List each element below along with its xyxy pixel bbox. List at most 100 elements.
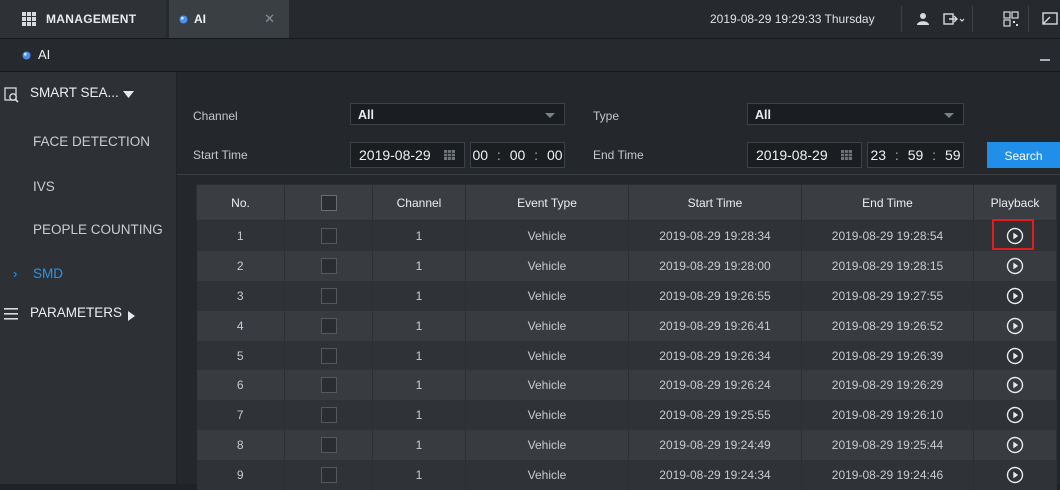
end-hour: 23 bbox=[870, 147, 887, 163]
table-row[interactable]: 7 1 Vehicle 2019-08-29 19:25:55 2019-08-29 1… bbox=[196, 400, 1057, 431]
table-row[interactable]: 6 1 Vehicle 2019-08-29 19:26:24 2019-08-29 1… bbox=[196, 370, 1057, 401]
row-checkbox[interactable] bbox=[320, 257, 337, 274]
cell-start-time: 2019-08-29 19:25:55 bbox=[628, 400, 802, 431]
sidebar-item-smd[interactable]: › SMD bbox=[0, 257, 176, 293]
cell-end-time: 2019-08-29 19:24:46 bbox=[801, 460, 974, 490]
play-icon bbox=[1006, 347, 1024, 364]
select-all-checkbox[interactable] bbox=[320, 194, 337, 211]
table-row[interactable]: 2 1 Vehicle 2019-08-29 19:28:00 2019-08-29 1… bbox=[196, 250, 1057, 281]
end-minute: 59 bbox=[907, 147, 924, 163]
column-header-select bbox=[284, 184, 373, 221]
channel-select[interactable]: All bbox=[350, 103, 565, 125]
playback-button[interactable] bbox=[1005, 346, 1025, 366]
divider bbox=[972, 6, 973, 32]
sidebar-item-label: FACE DETECTION bbox=[33, 134, 151, 149]
user-icon[interactable] bbox=[914, 10, 932, 28]
page-title: AI bbox=[38, 47, 51, 62]
playback-button[interactable] bbox=[1005, 405, 1025, 425]
row-checkbox[interactable] bbox=[320, 317, 337, 334]
cell-start-time: 2019-08-29 19:28:00 bbox=[628, 250, 802, 281]
sidebar-item-face-detection[interactable]: FACE DETECTION bbox=[0, 125, 176, 161]
start-date-field[interactable]: 2019-08-29 bbox=[350, 142, 465, 168]
sidebar-group-parameters[interactable]: PARAMETERS bbox=[0, 296, 176, 332]
search-button[interactable]: Search bbox=[987, 142, 1060, 168]
cell-channel: 1 bbox=[372, 430, 466, 461]
sidebar-group-smart-search[interactable]: SMART SEA... bbox=[0, 76, 176, 112]
table-row[interactable]: 5 1 Vehicle 2019-08-29 19:26:34 2019-08-29 1… bbox=[196, 340, 1057, 371]
qr-code-icon[interactable] bbox=[1002, 10, 1020, 28]
playback-button[interactable] bbox=[992, 218, 1034, 250]
calendar-icon[interactable] bbox=[444, 150, 455, 160]
calendar-icon[interactable] bbox=[841, 150, 852, 160]
start-hour: 00 bbox=[472, 147, 489, 163]
playback-button[interactable] bbox=[1005, 375, 1025, 395]
cell-select bbox=[284, 430, 373, 461]
divider bbox=[177, 174, 1060, 175]
play-icon bbox=[1006, 317, 1024, 334]
playback-button[interactable] bbox=[1005, 286, 1025, 306]
table-row[interactable]: 4 1 Vehicle 2019-08-29 19:26:41 2019-08-29 1… bbox=[196, 310, 1057, 341]
type-select[interactable]: All bbox=[747, 103, 964, 125]
end-time-label: End Time bbox=[593, 148, 644, 162]
playback-button[interactable] bbox=[1005, 256, 1025, 276]
end-date-value: 2019-08-29 bbox=[756, 147, 828, 163]
cell-no: 2 bbox=[196, 250, 285, 281]
management-tab[interactable]: MANAGEMENT bbox=[0, 0, 166, 38]
table-header-row: No. Channel Event Type Start Time End Ti… bbox=[196, 184, 1057, 221]
playback-button[interactable] bbox=[1005, 435, 1025, 455]
cell-start-time: 2019-08-29 19:26:34 bbox=[628, 340, 802, 371]
top-bar: MANAGEMENT AI ✕ 2019-08-29 19:29:33 Thur… bbox=[0, 0, 1060, 39]
playback-button[interactable] bbox=[1005, 316, 1025, 336]
end-time-field[interactable]: 23 : 59 : 59 bbox=[867, 142, 964, 168]
table-row[interactable]: 9 1 Vehicle 2019-08-29 19:24:34 2019-08-29 1… bbox=[196, 460, 1057, 490]
cell-start-time: 2019-08-29 19:24:34 bbox=[628, 460, 802, 490]
table-row[interactable]: 3 1 Vehicle 2019-08-29 19:26:55 2019-08-29 1… bbox=[196, 280, 1057, 311]
cell-no: 8 bbox=[196, 430, 285, 461]
row-checkbox[interactable] bbox=[320, 437, 337, 454]
page-title-bar: AI bbox=[0, 39, 1060, 72]
row-checkbox[interactable] bbox=[320, 467, 337, 484]
cell-no: 4 bbox=[196, 310, 285, 341]
table-row[interactable]: 1 1 Vehicle 2019-08-29 19:28:34 2019-08-29 1… bbox=[196, 218, 1057, 251]
cell-channel: 1 bbox=[372, 400, 466, 431]
cell-playback bbox=[973, 370, 1057, 401]
cell-start-time: 2019-08-29 19:26:55 bbox=[628, 280, 802, 311]
chevron-down-icon bbox=[545, 113, 555, 118]
results-table: No. Channel Event Type Start Time End Ti… bbox=[196, 184, 1057, 490]
cell-channel: 1 bbox=[372, 310, 466, 341]
play-icon bbox=[1006, 287, 1024, 304]
list-icon bbox=[4, 308, 18, 320]
chevron-right-icon: › bbox=[13, 266, 18, 281]
start-time-field[interactable]: 00 : 00 : 00 bbox=[470, 142, 565, 168]
end-date-field[interactable]: 2019-08-29 bbox=[747, 142, 862, 168]
play-icon bbox=[1006, 407, 1024, 424]
sidebar-item-ivs[interactable]: IVS bbox=[0, 170, 176, 206]
cell-end-time: 2019-08-29 19:26:10 bbox=[801, 400, 974, 431]
cell-end-time: 2019-08-29 19:27:55 bbox=[801, 280, 974, 311]
ai-dot-icon bbox=[22, 51, 31, 60]
close-icon[interactable]: ✕ bbox=[264, 11, 275, 27]
management-label: MANAGEMENT bbox=[46, 12, 137, 26]
table-row[interactable]: 8 1 Vehicle 2019-08-29 19:24:49 2019-08-29 1… bbox=[196, 430, 1057, 461]
cell-event-type: Vehicle bbox=[465, 460, 629, 490]
tab-ai[interactable]: AI ✕ bbox=[169, 0, 289, 38]
row-checkbox[interactable] bbox=[320, 287, 337, 304]
column-header-event-type: Event Type bbox=[465, 184, 629, 221]
row-checkbox[interactable] bbox=[320, 347, 337, 364]
row-checkbox[interactable] bbox=[320, 227, 337, 244]
cell-channel: 1 bbox=[372, 220, 466, 251]
row-checkbox[interactable] bbox=[320, 407, 337, 424]
cell-end-time: 2019-08-29 19:28:54 bbox=[801, 220, 974, 251]
cell-start-time: 2019-08-29 19:26:41 bbox=[628, 310, 802, 341]
divider bbox=[1028, 6, 1029, 32]
cell-select bbox=[284, 250, 373, 281]
logout-icon[interactable] bbox=[942, 10, 966, 28]
sidebar-item-people-counting[interactable]: PEOPLE COUNTING bbox=[0, 213, 176, 249]
cell-select bbox=[284, 340, 373, 371]
row-checkbox[interactable] bbox=[320, 377, 337, 394]
playback-button[interactable] bbox=[1005, 465, 1025, 485]
sidebar: SMART SEA... FACE DETECTION IVS PEOPLE C… bbox=[0, 72, 176, 484]
minimize-icon[interactable] bbox=[1040, 59, 1050, 61]
cell-playback bbox=[973, 310, 1057, 341]
window-icon[interactable] bbox=[1040, 10, 1058, 28]
